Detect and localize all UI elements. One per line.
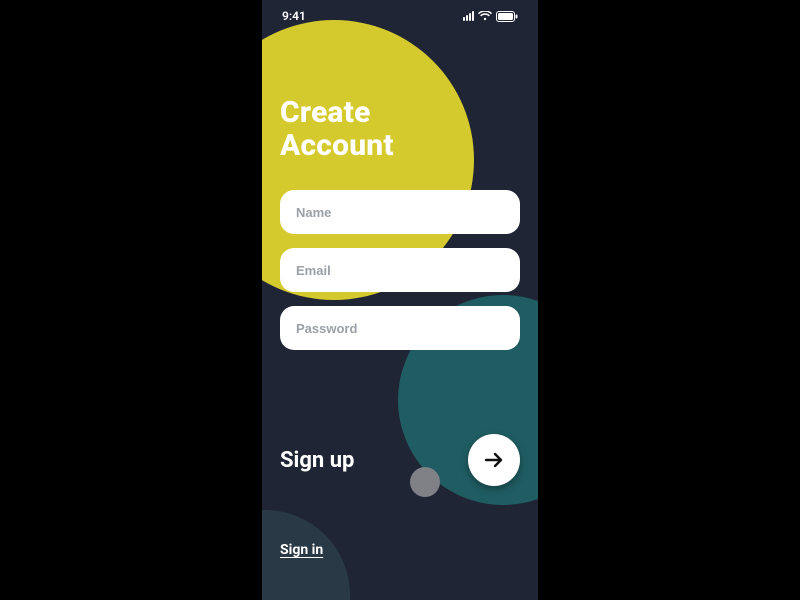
arrow-right-icon: [482, 448, 506, 472]
signup-label: Sign up: [280, 448, 354, 473]
name-field[interactable]: [280, 190, 520, 234]
page-title: Create Account: [280, 96, 394, 162]
wifi-icon: [478, 11, 492, 21]
email-field[interactable]: [280, 248, 520, 292]
signal-icon: [463, 11, 474, 21]
signup-form: [280, 190, 520, 350]
title-line-2: Account: [280, 128, 394, 163]
battery-icon: [496, 11, 518, 22]
phone-frame: 9:41 Create Account: [262, 0, 538, 600]
title-line-1: Create: [280, 95, 371, 130]
password-field[interactable]: [280, 306, 520, 350]
signin-link[interactable]: Sign in: [280, 542, 323, 558]
status-bar: 9:41: [262, 6, 538, 26]
status-time: 9:41: [282, 9, 306, 23]
signup-button[interactable]: [468, 434, 520, 486]
